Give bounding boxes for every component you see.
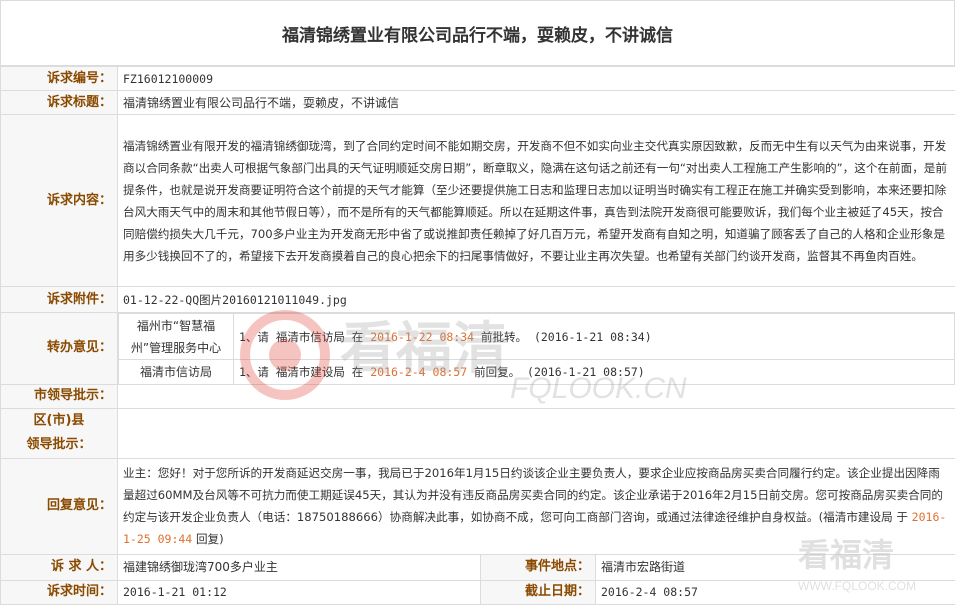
district-leader-label-2: 领导批示： <box>26 437 92 452</box>
row-reply: 回复意见： 业主：您好！对于您所诉的开发商延迟交房一事，我局已于2016年1月1… <box>0 457 955 555</box>
reply-label: 回复意见： <box>0 457 118 555</box>
row-transfer: 转办意见： 福州市“智慧福州”管理服务中心 1、请 福清市信访局 在 2016-… <box>0 312 955 385</box>
reply-text: 业主：您好！对于您所诉的开发商延迟交房一事，我局已于2016年1月15日约谈该企… <box>123 466 943 524</box>
time-label: 诉求时间： <box>0 579 118 605</box>
transfer-prefix: 1、请 福清市建设局 在 <box>239 364 364 379</box>
subject-value: 福清锦绣置业有限公司品行不端，耍赖皮，不讲诚信 <box>117 90 955 115</box>
district-leader-value <box>117 407 955 459</box>
content-label: 诉求内容： <box>0 114 118 287</box>
district-leader-label: 区(市)县 领导批示： <box>0 407 118 459</box>
transfer-suffix: 前回复。 (2016-1-21 08:57) <box>474 364 645 379</box>
petitioner-label: 诉 求 人： <box>0 553 118 581</box>
district-leader-label-1: 区(市)县 <box>33 413 85 428</box>
transfer-org: 福州市“智慧福州”管理服务中心 <box>118 313 234 360</box>
case-no-value: FZ16012100009 <box>117 66 955 91</box>
deadline-value: 2016-2-4 08:57 <box>595 579 955 605</box>
city-leader-value <box>117 383 955 409</box>
location-label: 事件地点： <box>480 553 596 581</box>
deadline-label: 截止日期： <box>480 579 596 605</box>
time-value: 2016-1-21 01:12 <box>117 579 481 605</box>
case-no-label: 诉求编号： <box>0 66 118 91</box>
transfer-prefix: 1、请 福清市信访局 在 <box>239 329 364 344</box>
transfer-org: 福清市信访局 <box>118 359 234 384</box>
transfer-table: 福州市“智慧福州”管理服务中心 1、请 福清市信访局 在 2016-1-22 0… <box>118 313 955 384</box>
reply-value: 业主：您好！对于您所诉的开发商延迟交房一事，我局已于2016年1月15日约谈该企… <box>117 457 955 555</box>
row-petitioner: 诉 求 人： 福建锦绣御珑湾700多户业主 事件地点： 福清市宏路街道 <box>0 553 955 581</box>
transfer-label: 转办意见： <box>0 312 118 385</box>
page-title: 福清锦绣置业有限公司品行不端，耍赖皮，不讲诚信 <box>0 0 955 66</box>
city-leader-label: 市领导批示： <box>0 383 118 409</box>
row-city-leader: 市领导批示： <box>0 383 955 409</box>
record-table: 诉求编号： FZ16012100009 诉求标题： 福清锦绣置业有限公司品行不端… <box>0 66 955 605</box>
row-case-no: 诉求编号： FZ16012100009 <box>0 66 955 91</box>
petitioner-value: 福建锦绣御珑湾700多户业主 <box>117 553 481 581</box>
location-value: 福清市宏路街道 <box>595 553 955 581</box>
subject-label: 诉求标题： <box>0 90 118 115</box>
transfer-row: 福州市“智慧福州”管理服务中心 1、请 福清市信访局 在 2016-1-22 0… <box>118 313 955 360</box>
transfer-instruction: 1、请 福清市信访局 在 2016-1-22 08:34 前批转。 (2016-… <box>233 313 955 360</box>
row-subject: 诉求标题： 福清锦绣置业有限公司品行不端，耍赖皮，不讲诚信 <box>0 90 955 115</box>
page: 福清锦绣置业有限公司品行不端，耍赖皮，不讲诚信 诉求编号： FZ16012100… <box>0 0 955 606</box>
transfer-row: 福清市信访局 1、请 福清市建设局 在 2016-2-4 08:57 前回复。 … <box>118 359 955 384</box>
transfer-suffix: 前批转。 (2016-1-21 08:34) <box>481 329 652 344</box>
attachment-link[interactable]: 01-12-22-QQ图片20160121011049.jpg <box>123 293 347 307</box>
row-content: 诉求内容： 福清锦绣置业有限开发的福清锦绣御珑湾，到了合同约定时间不能如期交房，… <box>0 114 955 287</box>
row-attachment: 诉求附件： 01-12-22-QQ图片20160121011049.jpg <box>0 286 955 313</box>
transfer-instruction: 1、请 福清市建设局 在 2016-2-4 08:57 前回复。 (2016-1… <box>233 359 955 384</box>
content-value: 福清锦绣置业有限开发的福清锦绣御珑湾，到了合同约定时间不能如期交房，开发商不但不… <box>117 114 955 287</box>
row-time: 诉求时间： 2016-1-21 01:12 截止日期： 2016-2-4 08:… <box>0 579 955 605</box>
attachment-label: 诉求附件： <box>0 286 118 313</box>
row-district-leader: 区(市)县 领导批示： <box>0 407 955 459</box>
reply-tail: 回复) <box>195 532 224 546</box>
transfer-deadline: 2016-1-22 08:34 <box>370 329 475 344</box>
transfer-deadline: 2016-2-4 08:57 <box>370 364 468 379</box>
